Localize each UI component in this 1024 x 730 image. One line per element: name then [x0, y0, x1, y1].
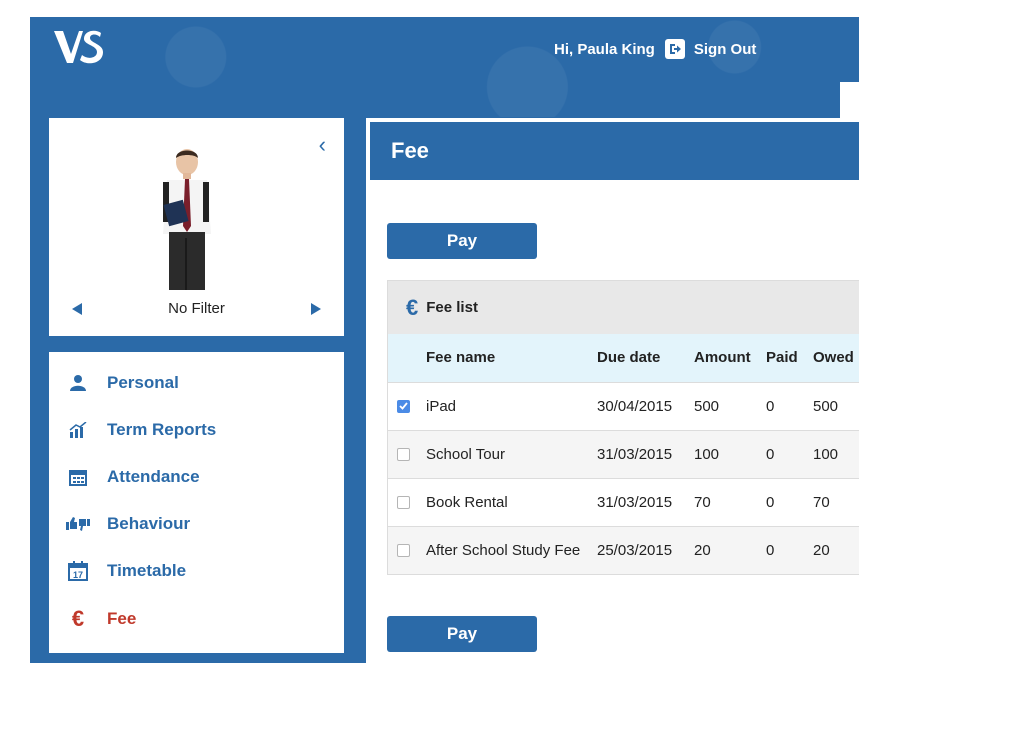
fee-table: Fee name Due date Amount Paid Owed iPad …: [388, 334, 859, 574]
fee-name-cell: iPad: [426, 381, 597, 430]
paid-cell: 0: [766, 381, 813, 430]
row-checkbox[interactable]: [397, 543, 410, 557]
owed-cell: 70: [813, 477, 859, 526]
table-row[interactable]: Book Rental 31/03/2015 70 0 70: [388, 477, 859, 526]
pay-button-top[interactable]: Pay: [387, 223, 537, 259]
sidebar-item-label: Behaviour: [107, 514, 191, 533]
fee-name-cell: Book Rental: [426, 477, 597, 526]
next-student-arrow-icon[interactable]: [310, 302, 322, 321]
fee-list-header: € Fee list: [388, 281, 859, 334]
main-content: Fee Pay € Fee list Fee name Due date Amo…: [366, 118, 859, 663]
column-header-owed[interactable]: Owed: [813, 334, 859, 382]
euro-glyph: €: [71, 606, 85, 631]
table-row[interactable]: After School Study Fee 25/03/2015 20 0 2…: [388, 525, 859, 574]
sidebar-menu: Personal Term Reports Attendance Behavio…: [49, 352, 344, 653]
vs-logo: [54, 30, 103, 64]
user-bar: Hi, Paula King Sign Out: [554, 39, 756, 59]
sidebar-item-label: Attendance: [107, 467, 200, 486]
sidebar-item-behaviour[interactable]: Behaviour: [49, 503, 344, 545]
owed-cell: 500: [813, 381, 859, 430]
pay-button-bottom[interactable]: Pay: [387, 616, 537, 652]
paid-cell: 0: [766, 429, 813, 478]
calendar-17-icon: 17: [65, 560, 91, 582]
sidebar-item-label: Personal: [107, 373, 179, 392]
amount-cell: 20: [694, 525, 766, 574]
sidebar-item-personal[interactable]: Personal: [49, 362, 344, 404]
signout-link[interactable]: Sign Out: [694, 41, 757, 58]
due-date-cell: 30/04/2015: [597, 381, 694, 430]
owed-cell: 20: [813, 525, 859, 574]
filter-label: No Filter: [168, 300, 225, 317]
due-date-cell: 31/03/2015: [597, 477, 694, 526]
fee-list-panel: € Fee list Fee name Due date Amount Paid…: [387, 280, 859, 575]
chart-icon: [65, 419, 91, 441]
euro-icon: €: [65, 606, 91, 631]
amount-cell: 100: [694, 429, 766, 478]
thumbs-icon: [65, 513, 91, 535]
table-row[interactable]: iPad 30/04/2015 500 0 500: [388, 381, 859, 430]
owed-cell: 100: [813, 429, 859, 478]
table-row[interactable]: School Tour 31/03/2015 100 0 100: [388, 429, 859, 478]
collapse-sidebar-icon[interactable]: ‹: [319, 132, 326, 158]
fee-name-cell: School Tour: [426, 429, 597, 478]
paid-cell: 0: [766, 525, 813, 574]
amount-cell: 70: [694, 477, 766, 526]
app-window: Hi, Paula King Sign Out ‹ No Filter Pers…: [30, 17, 859, 663]
due-date-cell: 31/03/2015: [597, 429, 694, 478]
sidebar-item-term-reports[interactable]: Term Reports: [49, 409, 344, 451]
greeting-text: Hi, Paula King: [554, 40, 655, 58]
header-tab-notch: [840, 82, 859, 118]
due-date-cell: 25/03/2015: [597, 525, 694, 574]
column-header-paid[interactable]: Paid: [766, 334, 813, 382]
fee-name-cell: After School Study Fee: [426, 525, 597, 574]
fee-list-title: Fee list: [426, 299, 478, 316]
student-photo: [163, 149, 211, 290]
row-checkbox[interactable]: [397, 399, 410, 413]
select-column-header: [388, 334, 426, 382]
row-checkbox[interactable]: [397, 447, 410, 461]
sidebar-item-fee[interactable]: € Fee: [49, 598, 344, 640]
sidebar-item-label: Fee: [107, 609, 137, 628]
table-header-row: Fee name Due date Amount Paid Owed: [388, 334, 859, 382]
euro-icon: €: [406, 294, 419, 320]
signout-icon[interactable]: [664, 39, 685, 59]
page-title: Fee: [370, 122, 859, 180]
sidebar-item-label: Timetable: [107, 561, 187, 580]
sidebar-item-attendance[interactable]: Attendance: [49, 456, 344, 498]
column-header-fee-name[interactable]: Fee name: [426, 334, 597, 382]
paid-cell: 0: [766, 477, 813, 526]
column-header-amount[interactable]: Amount: [694, 334, 766, 382]
column-header-due-date[interactable]: Due date: [597, 334, 694, 382]
row-checkbox[interactable]: [397, 495, 410, 509]
sidebar-item-timetable[interactable]: 17 Timetable: [49, 550, 344, 592]
calendar-day-text: 17: [73, 570, 83, 580]
amount-cell: 500: [694, 381, 766, 430]
calendar-grid-icon: [65, 466, 91, 488]
person-icon: [65, 372, 91, 394]
student-profile-card: ‹ No Filter: [49, 118, 344, 336]
sidebar-item-label: Term Reports: [107, 420, 217, 439]
